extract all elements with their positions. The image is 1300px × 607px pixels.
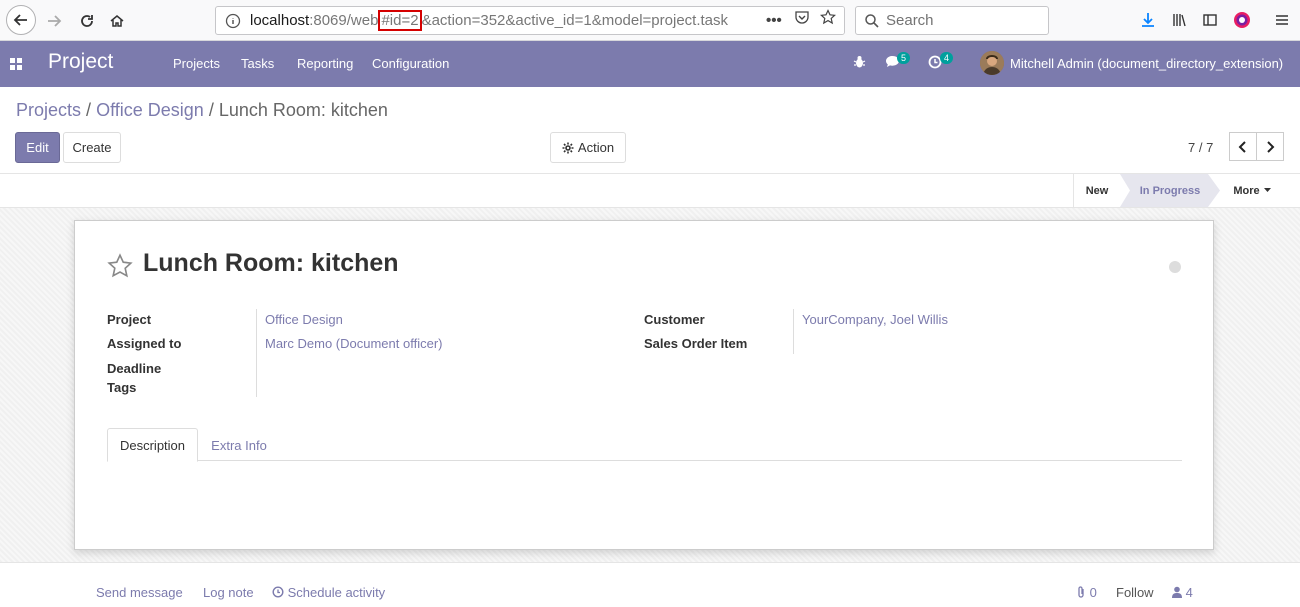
chatter-topbar: Send message Log note Schedule activity … — [0, 562, 1300, 607]
form-sheet: Lunch Room: kitchen Project Assigned to … — [74, 220, 1214, 550]
menu-projects[interactable]: Projects — [173, 56, 220, 71]
label-tags: Tags — [107, 380, 137, 395]
messages-button[interactable]: 5 — [885, 52, 911, 72]
search-placeholder: Search — [886, 12, 934, 29]
paperclip-icon — [1078, 586, 1084, 598]
menu-configuration[interactable]: Configuration — [372, 56, 449, 71]
menu-tasks[interactable]: Tasks — [241, 56, 274, 71]
field-divider — [793, 309, 794, 354]
label-sales-order-item: Sales Order Item — [644, 336, 748, 351]
main-navbar: Project Projects Tasks Reporting Configu… — [0, 41, 1300, 87]
bookmark-star-icon[interactable] — [820, 7, 837, 34]
activities-button[interactable]: 4 — [928, 52, 954, 73]
label-assigned-to: Assigned to — [107, 336, 182, 351]
reload-button[interactable] — [73, 7, 101, 35]
breadcrumb-office-design[interactable]: Office Design — [96, 100, 204, 120]
activities-count-badge: 4 — [940, 52, 954, 64]
download-icon[interactable] — [1138, 10, 1158, 30]
url-port-path: :8069/web — [309, 12, 379, 29]
action-label: Action — [577, 140, 615, 155]
menu-reporting[interactable]: Reporting — [297, 56, 353, 71]
field-assigned-to-link[interactable]: Marc Demo (Document officer) — [265, 336, 442, 351]
user-icon — [1172, 586, 1182, 598]
label-deadline: Deadline — [107, 361, 162, 376]
pager-value[interactable]: 7 / 7 — [1188, 140, 1213, 155]
priority-star-icon[interactable] — [107, 253, 133, 283]
browser-toolbar: localhost:8069/web #id=2 &action=352&activ… — [0, 0, 1300, 41]
stage-statusbar: New In Progress More — [0, 173, 1300, 208]
followers-button[interactable]: 4 — [1172, 585, 1193, 600]
breadcrumb-current: Lunch Room: kitchen — [218, 100, 388, 120]
debug-bug-icon[interactable] — [853, 55, 866, 73]
user-menu[interactable]: Mitchell Admin (document_directory_exten… — [1010, 56, 1283, 71]
caret-down-icon — [1263, 188, 1271, 192]
follow-button[interactable]: Follow — [1116, 585, 1154, 600]
url-host: localhost — [250, 12, 310, 29]
field-project-link[interactable]: Office Design — [265, 312, 343, 327]
hamburger-menu-icon[interactable] — [1272, 10, 1292, 30]
create-button[interactable]: Create — [63, 132, 121, 163]
label-project: Project — [107, 312, 152, 327]
stage-new[interactable]: New — [1073, 174, 1120, 207]
schedule-activity-label: Schedule activity — [287, 585, 386, 600]
field-divider — [256, 309, 257, 397]
clock-icon — [272, 586, 284, 598]
action-dropdown-button[interactable]: Action — [550, 132, 626, 163]
pocket-icon[interactable] — [794, 7, 810, 34]
log-note-button[interactable]: Log note — [203, 585, 254, 600]
library-icon[interactable] — [1170, 10, 1190, 30]
label-customer: Customer — [644, 312, 705, 327]
tab-extra-info[interactable]: Extra Info — [198, 428, 280, 462]
field-customer-link[interactable]: YourCompany, Joel Willis — [802, 312, 948, 327]
url-highlighted-id: #id=2 — [378, 10, 422, 31]
forward-button[interactable] — [40, 7, 68, 35]
attachments-count: 0 — [1089, 585, 1097, 600]
chevron-right-icon — [1267, 140, 1275, 153]
task-title: Lunch Room: kitchen — [143, 249, 399, 277]
tab-description[interactable]: Description — [107, 428, 198, 462]
color-extension-icon[interactable] — [1232, 10, 1252, 30]
back-button[interactable] — [6, 5, 36, 35]
messages-count-badge: 5 — [897, 52, 911, 64]
breadcrumb: Projects / Office Design / Lunch Room: k… — [16, 100, 388, 121]
breadcrumb-projects[interactable]: Projects — [16, 100, 81, 120]
stage-in-progress[interactable]: In Progress — [1120, 174, 1220, 207]
notebook-tabs: Description Extra Info — [107, 428, 1182, 462]
url-bar[interactable]: localhost:8069/web #id=2 &action=352&activ… — [215, 6, 845, 35]
send-message-button[interactable]: Send message — [96, 585, 183, 600]
edit-button[interactable]: Edit — [15, 132, 60, 163]
reload-icon — [81, 15, 93, 27]
page-actions-menu-icon[interactable]: ••• — [766, 7, 844, 34]
schedule-activity-button[interactable]: Schedule activity — [272, 585, 385, 600]
arrow-left-icon — [13, 14, 27, 26]
arrow-right-icon — [48, 15, 62, 27]
apps-grid-icon[interactable] — [10, 58, 23, 75]
chevron-left-icon — [1238, 140, 1246, 153]
home-icon — [110, 15, 124, 27]
home-button[interactable] — [103, 7, 131, 35]
url-query: &action=352&active_id=1&model=project.ta… — [421, 12, 729, 29]
followers-count: 4 — [1185, 585, 1193, 600]
pager-next-button[interactable] — [1256, 132, 1284, 161]
app-brand[interactable]: Project — [48, 50, 113, 74]
breadcrumb-separator: / — [208, 100, 214, 120]
gear-icon — [562, 142, 574, 153]
breadcrumb-separator: / — [86, 100, 92, 120]
pager-previous-button[interactable] — [1229, 132, 1257, 161]
info-icon — [225, 13, 241, 29]
sidebar-icon[interactable] — [1200, 10, 1220, 30]
stage-more-label: More — [1233, 184, 1260, 197]
stage-more-dropdown[interactable]: More — [1222, 174, 1282, 207]
attachments-button[interactable]: 0 — [1076, 585, 1097, 600]
browser-search-input[interactable]: Search — [855, 6, 1049, 35]
kanban-state-dot[interactable] — [1169, 261, 1181, 273]
user-avatar[interactable] — [980, 51, 1004, 75]
search-icon — [865, 14, 879, 28]
